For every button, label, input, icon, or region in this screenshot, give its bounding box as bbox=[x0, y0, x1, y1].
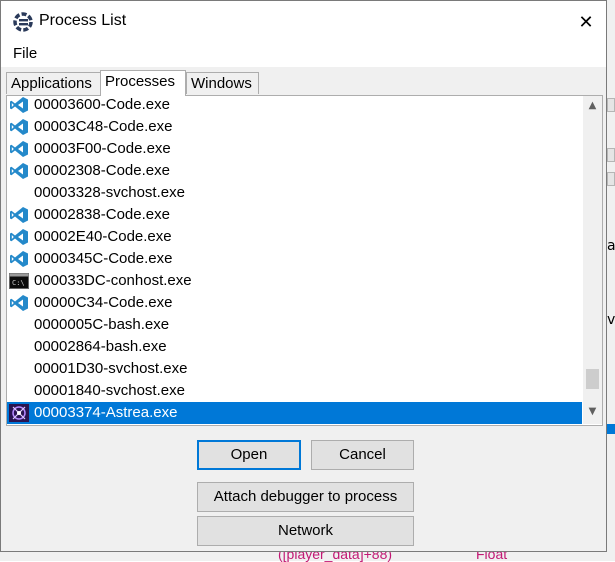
console-icon: C:\ bbox=[9, 272, 29, 290]
process-row[interactable]: 00001840-svchost.exe bbox=[7, 380, 582, 402]
process-row[interactable]: 00000C34-Code.exe bbox=[7, 292, 582, 314]
background-selection bbox=[607, 424, 615, 434]
menu-file[interactable]: File bbox=[13, 45, 37, 62]
background-button[interactable] bbox=[607, 98, 615, 112]
vscode-icon bbox=[9, 162, 29, 180]
process-row[interactable]: 00001D30-svchost.exe bbox=[7, 358, 582, 380]
background-text-fragment: al bbox=[607, 238, 615, 254]
process-name: 00002E40-Code.exe bbox=[34, 228, 172, 245]
process-list-dialog: Process List ✕ File Applications Process… bbox=[0, 0, 607, 552]
dialog-title: Process List bbox=[39, 12, 127, 29]
vscode-icon bbox=[9, 118, 29, 136]
process-name: 00001840-svchost.exe bbox=[34, 382, 185, 399]
svg-text:C:\: C:\ bbox=[12, 279, 25, 287]
tab-windows[interactable]: Windows bbox=[186, 72, 259, 94]
close-icon[interactable]: ✕ bbox=[572, 9, 600, 37]
process-name: 00002864-bash.exe bbox=[34, 338, 167, 355]
process-row[interactable]: 00002838-Code.exe bbox=[7, 204, 582, 226]
process-row[interactable]: 00003600-Code.exe bbox=[7, 96, 582, 116]
cheat-engine-icon bbox=[13, 12, 33, 32]
process-row[interactable]: 00003C48-Code.exe bbox=[7, 116, 582, 138]
process-name: 00003C48-Code.exe bbox=[34, 118, 173, 135]
vscode-icon bbox=[9, 96, 29, 114]
process-name: 00003F00-Code.exe bbox=[34, 140, 171, 157]
process-row[interactable]: 00003374-Astrea.exe bbox=[7, 402, 582, 424]
vscode-icon bbox=[9, 294, 29, 312]
process-row[interactable]: 00002E40-Code.exe bbox=[7, 226, 582, 248]
vertical-scrollbar[interactable]: ▲ ▼ bbox=[583, 96, 602, 424]
process-name: 00002308-Code.exe bbox=[34, 162, 170, 179]
process-row[interactable]: 00003328-svchost.exe bbox=[7, 182, 582, 204]
astrea-icon bbox=[9, 404, 29, 422]
attach-debugger-button[interactable]: Attach debugger to process bbox=[197, 482, 414, 512]
process-row[interactable]: 00002308-Code.exe bbox=[7, 160, 582, 182]
process-row[interactable]: 0000005C-bash.exe bbox=[7, 314, 582, 336]
vscode-icon bbox=[9, 206, 29, 224]
tab-processes[interactable]: Processes bbox=[100, 70, 186, 96]
cancel-button[interactable]: Cancel bbox=[311, 440, 414, 470]
network-button[interactable]: Network bbox=[197, 516, 414, 546]
process-name: 00000C34-Code.exe bbox=[34, 294, 173, 311]
background-button[interactable] bbox=[607, 148, 615, 162]
process-row[interactable]: 00002864-bash.exe bbox=[7, 336, 582, 358]
vscode-icon bbox=[9, 250, 29, 268]
process-name: 0000345C-Code.exe bbox=[34, 250, 173, 267]
menu-bar: File bbox=[1, 43, 606, 67]
scrollbar-thumb[interactable] bbox=[586, 369, 599, 389]
process-name: 0000005C-bash.exe bbox=[34, 316, 170, 333]
scroll-up-icon[interactable]: ▲ bbox=[583, 97, 602, 114]
background-button[interactable] bbox=[607, 172, 615, 186]
process-listbox[interactable]: 00003600-Code.exe 00003C48-Code.exe 00003F… bbox=[6, 96, 603, 426]
process-row[interactable]: 0000345C-Code.exe bbox=[7, 248, 582, 270]
process-name: 00003600-Code.exe bbox=[34, 96, 170, 113]
background-window-edge: al vh bbox=[607, 0, 615, 561]
process-row[interactable]: C:\ 000033DC-conhost.exe bbox=[7, 270, 582, 292]
process-name: 00003374-Astrea.exe bbox=[34, 404, 178, 421]
title-bar[interactable]: Process List ✕ bbox=[1, 1, 606, 43]
vscode-icon bbox=[9, 140, 29, 158]
open-button[interactable]: Open bbox=[197, 440, 301, 470]
process-name: 00003328-svchost.exe bbox=[34, 184, 185, 201]
process-name: 000033DC-conhost.exe bbox=[34, 272, 192, 289]
tab-applications[interactable]: Applications bbox=[6, 72, 101, 94]
process-name: 00002838-Code.exe bbox=[34, 206, 170, 223]
scroll-down-icon[interactable]: ▼ bbox=[583, 403, 602, 420]
process-name: 00001D30-svchost.exe bbox=[34, 360, 188, 377]
background-text-fragment: vh bbox=[607, 312, 615, 328]
vscode-icon bbox=[9, 228, 29, 246]
process-row[interactable]: 00003F00-Code.exe bbox=[7, 138, 582, 160]
